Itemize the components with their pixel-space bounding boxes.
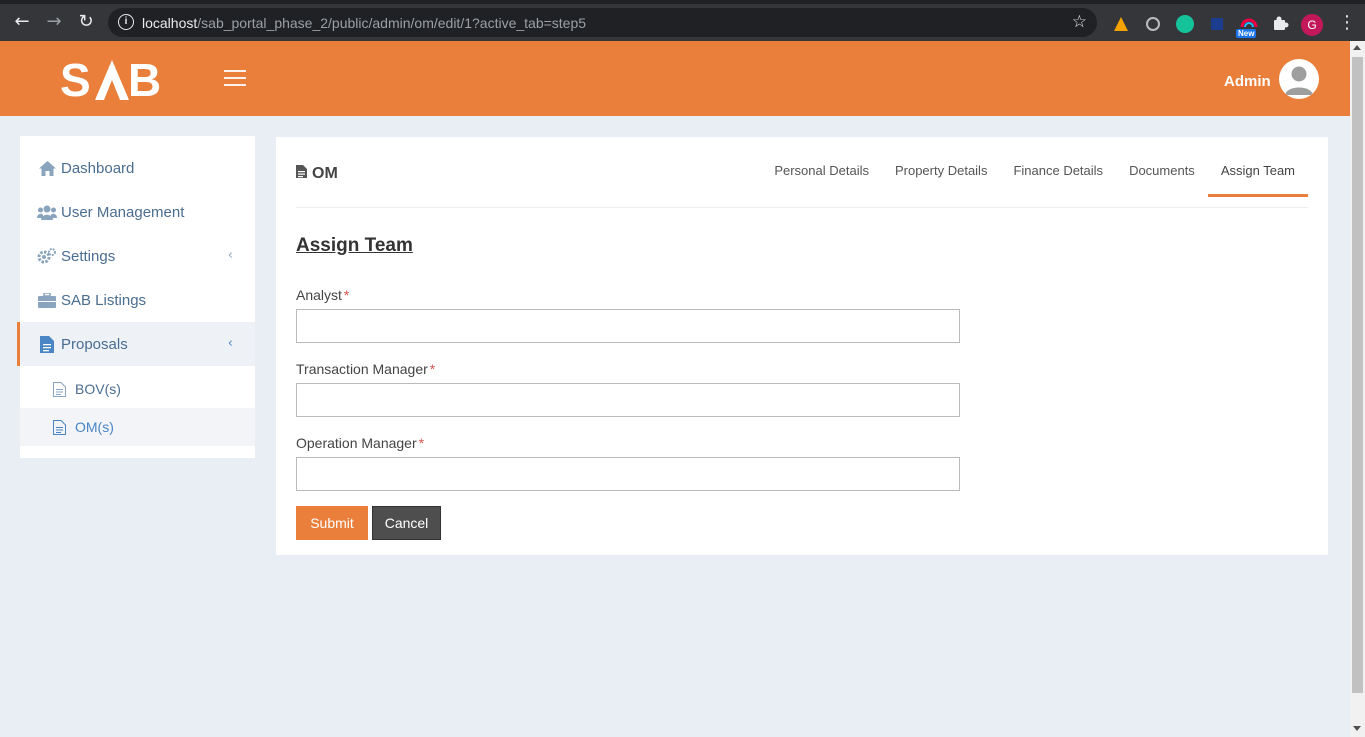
scroll-down-icon[interactable]	[1353, 726, 1361, 731]
transaction-manager-field[interactable]	[296, 383, 960, 417]
bookmark-star-icon[interactable]: ☆	[1072, 12, 1087, 32]
chevron-left-icon: ‹	[227, 248, 233, 263]
new-badge: New	[1236, 29, 1257, 38]
menu-toggle-icon[interactable]	[224, 70, 246, 86]
profile-avatar[interactable]: G	[1301, 14, 1323, 36]
app-header: S B Admin	[0, 41, 1350, 116]
reload-icon[interactable]: ↻	[74, 10, 98, 34]
scroll-up-icon[interactable]	[1353, 45, 1361, 50]
sidebar-subitem-label: BOV(s)	[75, 381, 121, 397]
url-text[interactable]: localhost/sab_portal_phase_2/public/admi…	[142, 15, 586, 31]
tab-assign-team[interactable]: Assign Team	[1207, 157, 1308, 197]
document-icon	[37, 335, 57, 353]
operation-manager-field[interactable]	[296, 457, 960, 491]
grammarly-icon[interactable]	[1176, 15, 1194, 33]
user-name[interactable]: Admin	[1224, 73, 1271, 90]
submit-button[interactable]: Submit	[296, 506, 368, 540]
sidebar-item-label: Proposals	[61, 335, 128, 353]
document-icon	[296, 165, 307, 183]
operation-manager-label: Operation Manager *	[296, 435, 425, 451]
cogs-icon	[37, 247, 57, 265]
sidebar-item-label: SAB Listings	[61, 291, 147, 309]
extensions-puzzle-icon[interactable]	[1271, 15, 1289, 33]
extension-icon[interactable]	[1144, 15, 1162, 33]
file-icon	[53, 419, 69, 435]
browser-menu-icon[interactable]: ⋮	[1338, 12, 1356, 33]
scroll-thumb[interactable]	[1352, 57, 1363, 693]
extension-icon[interactable]	[1112, 15, 1130, 33]
home-icon	[37, 159, 57, 177]
forward-icon[interactable]: →	[42, 10, 66, 34]
form-tabs: Personal Details Property Details Financ…	[761, 157, 1308, 197]
analyst-label: Analyst *	[296, 287, 350, 303]
cancel-button[interactable]: Cancel	[372, 506, 441, 540]
analyst-field[interactable]	[296, 309, 960, 343]
sidebar-item-label: User Management	[61, 203, 185, 221]
chevron-left-icon: ‹	[227, 336, 233, 351]
site-info-icon[interactable]: i	[118, 14, 134, 30]
sidebar-item-proposals[interactable]: Proposals ‹	[17, 322, 255, 366]
users-icon	[37, 203, 57, 221]
briefcase-icon	[37, 291, 57, 309]
sidebar-item-dashboard[interactable]: Dashboard	[20, 146, 255, 190]
svg-text:S: S	[60, 54, 89, 102]
page-title: OM	[296, 165, 338, 183]
extension-icon[interactable]	[1208, 15, 1226, 33]
address-bar[interactable]: i localhost/sab_portal_phase_2/public/ad…	[108, 8, 1097, 37]
sidebar-item-label: Settings	[61, 247, 116, 265]
file-icon	[53, 381, 69, 397]
transaction-manager-label: Transaction Manager *	[296, 361, 436, 377]
sidebar-subitem-bovs[interactable]: BOV(s)	[20, 370, 255, 408]
svg-text:B: B	[128, 54, 161, 102]
sidebar-subitem-oms[interactable]: OM(s)	[20, 408, 255, 446]
sidebar-item-user-management[interactable]: User Management	[20, 190, 255, 234]
page-title-text: OM	[312, 165, 338, 182]
sab-logo[interactable]: S B	[60, 54, 166, 107]
user-avatar-icon[interactable]	[1279, 59, 1319, 99]
main-card: OM Personal Details Property Details Fin…	[276, 137, 1328, 555]
sidebar-item-sab-listings[interactable]: SAB Listings	[20, 278, 255, 322]
sidebar-item-settings[interactable]: Settings ‹	[20, 234, 255, 278]
tab-finance-details[interactable]: Finance Details	[1000, 157, 1116, 197]
tab-property-details[interactable]: Property Details	[882, 157, 1000, 197]
browser-toolbar: ← → ↻ i localhost/sab_portal_phase_2/pub…	[0, 0, 1365, 41]
sidebar-item-label: Dashboard	[61, 159, 135, 177]
sidebar-subitem-label: OM(s)	[75, 419, 114, 435]
divider	[296, 207, 1308, 208]
sidebar: Dashboard User Management Settings ‹ SAB…	[17, 136, 255, 458]
back-icon[interactable]: ←	[10, 10, 34, 34]
tab-personal-details[interactable]: Personal Details	[761, 157, 882, 197]
section-title: Assign Team	[296, 235, 413, 256]
page-scrollbar[interactable]	[1350, 41, 1365, 737]
tab-documents[interactable]: Documents	[1116, 157, 1208, 197]
